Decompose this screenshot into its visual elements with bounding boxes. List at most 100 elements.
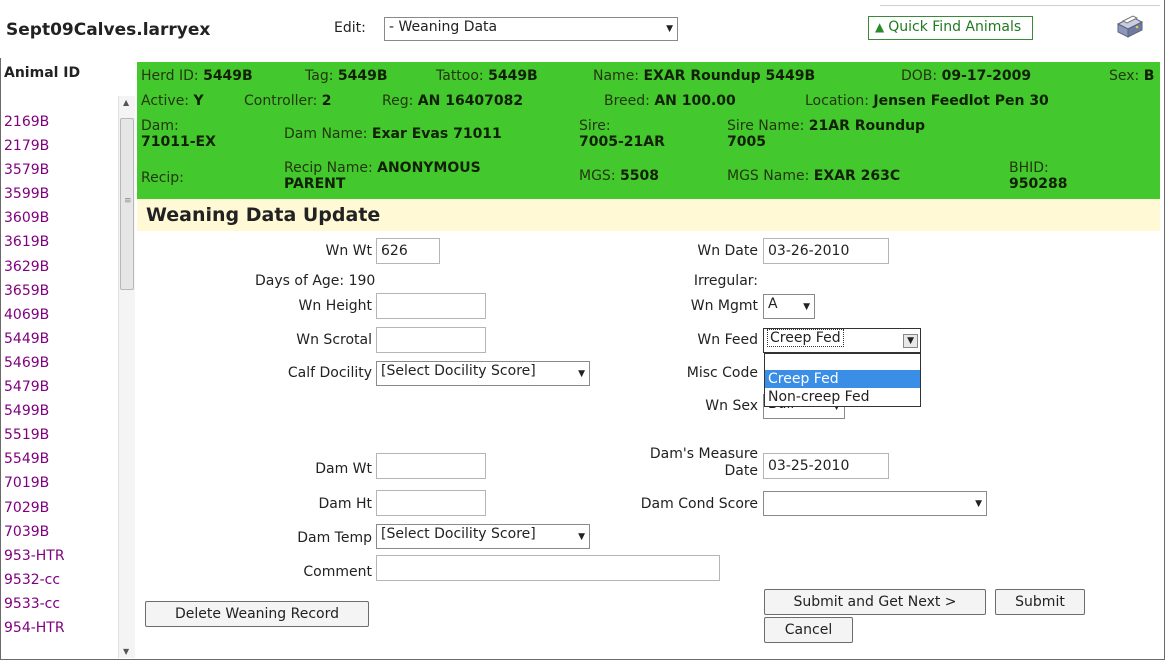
controller-field: Controller: 2 — [244, 93, 332, 109]
wn-mgmt-label: Wn Mgmt — [690, 298, 758, 314]
wn-sex-label: Wn Sex — [705, 398, 758, 414]
irregular-label: Irregular: — [693, 273, 758, 289]
comment-label: Comment — [303, 564, 372, 580]
animal-id-link[interactable]: 953-HTR — [0, 544, 118, 568]
dam-cond-score-select[interactable]: ▼ — [763, 491, 987, 516]
top-bar: Sept09Calves.larryex Edit: - Weaning Dat… — [0, 0, 1160, 58]
dam-ht-input[interactable] — [376, 490, 486, 516]
herd-id-field: Herd ID: 5449B — [141, 68, 253, 84]
name-field: Name: EXAR Roundup 5449B — [593, 68, 816, 84]
breed-field: Breed: AN 100.00 — [604, 93, 736, 109]
triangle-icon: ▲ — [875, 20, 885, 34]
scroll-down-icon[interactable]: ▼ — [123, 647, 129, 656]
animal-id-link[interactable]: 5469B — [0, 351, 118, 375]
animal-id-link[interactable]: 3579B — [0, 158, 118, 182]
edit-select-value: - Weaning Data — [389, 19, 498, 35]
recip-field: Recip: — [141, 170, 184, 186]
sex-field: Sex: B — [1109, 68, 1155, 84]
animal-id-link[interactable]: 2179B — [0, 134, 118, 158]
wn-mgmt-select[interactable]: A ▼ — [763, 294, 815, 319]
chevron-down-icon: ▼ — [578, 531, 585, 542]
animal-id-link[interactable]: 3659B — [0, 279, 118, 303]
animal-id-list: 2169B 2179B 3579B 3599B 3609B 3619B 3629B 3659B… — [0, 110, 118, 658]
tattoo-field: Tattoo: 5449B — [436, 68, 538, 84]
location-field: Location: Jensen Feedlot Pen 30 — [805, 93, 1049, 109]
animal-id-link[interactable]: 3599B — [0, 182, 118, 206]
dam-wt-input[interactable] — [376, 453, 486, 479]
misc-code-label: Misc Code — [686, 365, 758, 381]
days-of-age-value: 190 — [348, 273, 376, 289]
dropdown-blank-option[interactable] — [765, 354, 920, 370]
animal-id-link[interactable]: 5519B — [0, 423, 118, 447]
chevron-down-icon: ▼ — [903, 333, 918, 348]
animal-info-panel: Herd ID: 5449B Tag: 5449B Tattoo: 5449B … — [137, 62, 1160, 199]
cancel-button[interactable]: Cancel — [764, 617, 853, 643]
animal-id-link[interactable]: 7019B — [0, 471, 118, 495]
animal-id-link[interactable]: 5449B — [0, 327, 118, 351]
submit-button[interactable]: Submit — [995, 589, 1085, 615]
animal-id-link[interactable]: 3609B — [0, 206, 118, 230]
animal-id-link[interactable]: 5479B — [0, 375, 118, 399]
dam-temp-label: Dam Temp — [297, 530, 372, 546]
wn-mgmt-value: A — [768, 296, 778, 312]
calf-docility-label: Calf Docility — [287, 365, 372, 381]
edit-select[interactable]: - Weaning Data ▼ — [384, 17, 678, 41]
file-name: Sept09Calves.larryex — [6, 20, 211, 40]
wn-scrotal-label: Wn Scrotal — [296, 332, 372, 348]
wn-height-input[interactable] — [376, 293, 486, 319]
bhid-field: BHID: 950288 — [1009, 160, 1068, 192]
mgs-field: MGS: 5508 — [579, 168, 659, 184]
wn-feed-option-noncreep[interactable]: Non-creep Fed — [765, 388, 920, 406]
wn-feed-option-creep[interactable]: Creep Fed — [765, 370, 920, 388]
calf-docility-select[interactable]: [Select Docility Score] ▼ — [376, 361, 590, 386]
sire-field: Sire: 7005-21AR — [579, 118, 665, 150]
comment-input[interactable] — [376, 555, 720, 581]
wn-feed-select[interactable]: Creep Fed ▼ — [763, 328, 921, 353]
dam-field: Dam: 71011-EX — [141, 118, 216, 150]
animal-id-link[interactable]: 4069B — [0, 303, 118, 327]
scrollbar-thumb[interactable]: ≡ — [120, 118, 134, 290]
weaning-data-update-title: Weaning Data Update — [137, 199, 1160, 231]
mgs-name-field: MGS Name: EXAR 263C — [727, 168, 901, 184]
dam-measure-date-label: Dam's Measure Date — [649, 446, 758, 479]
wn-feed-label: Wn Feed — [697, 332, 758, 348]
dam-temp-select[interactable]: [Select Docility Score] ▼ — [376, 524, 590, 549]
sidebar-scrollbar[interactable]: ▲ ≡ ▼ — [118, 96, 135, 658]
animal-id-link[interactable]: 9532-cc — [0, 568, 118, 592]
animal-id-link[interactable]: 5549B — [0, 447, 118, 471]
animal-id-link[interactable]: 954-HTR — [0, 616, 118, 640]
wn-wt-label: Wn Wt — [325, 243, 373, 259]
dam-wt-label: Dam Wt — [315, 461, 372, 477]
animal-id-link[interactable]: 2169B — [0, 110, 118, 134]
wn-height-label: Wn Height — [298, 298, 372, 314]
chevron-down-icon: ▼ — [578, 368, 585, 379]
reg-field: Reg: AN 16407082 — [382, 93, 524, 109]
printer-icon[interactable] — [1112, 12, 1146, 40]
dam-cond-score-label: Dam Cond Score — [640, 496, 758, 512]
wn-wt-input[interactable]: 626 — [376, 238, 440, 264]
dam-measure-date-input[interactable]: 03-25-2010 — [763, 453, 889, 479]
animal-id-link[interactable]: 7029B — [0, 496, 118, 520]
days-of-age-field: Days of Age: 190 — [255, 273, 376, 289]
animal-id-link[interactable]: 7039B — [0, 520, 118, 544]
wn-feed-value: Creep Fed — [767, 329, 844, 347]
dam-temp-value: [Select Docility Score] — [381, 526, 536, 542]
scroll-up-icon[interactable]: ▲ — [123, 98, 129, 107]
wn-scrotal-input[interactable] — [376, 327, 486, 353]
delete-weaning-record-button[interactable]: Delete Weaning Record — [145, 601, 369, 627]
grip-icon: ≡ — [124, 196, 132, 206]
chevron-down-icon: ▼ — [803, 301, 810, 312]
animal-id-link[interactable]: 3629B — [0, 255, 118, 279]
quick-find-label: Quick Find Animals — [888, 19, 1022, 35]
animal-id-link[interactable]: 5499B — [0, 399, 118, 423]
recip-name-field: Recip Name: ANONYMOUS PARENT — [284, 160, 481, 192]
submit-and-get-next-button[interactable]: Submit and Get Next > — [764, 589, 986, 615]
chevron-down-icon: ▼ — [975, 498, 982, 509]
animal-id-link[interactable]: 3619B — [0, 230, 118, 254]
animal-id-link[interactable]: 9533-cc — [0, 592, 118, 616]
wn-date-input[interactable]: 03-26-2010 — [763, 238, 889, 264]
wn-date-label: Wn Date — [697, 243, 758, 259]
quick-find-animals-button[interactable]: ▲ Quick Find Animals — [868, 16, 1033, 40]
dam-name-field: Dam Name: Exar Evas 71011 — [284, 126, 502, 142]
tag-field: Tag: 5449B — [305, 68, 388, 84]
